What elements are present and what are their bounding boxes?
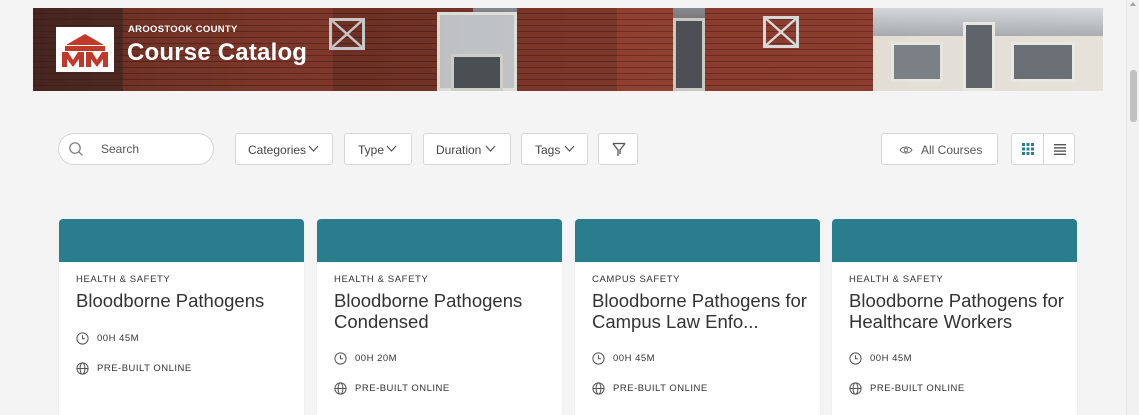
search-placeholder: Search: [101, 142, 140, 156]
all-courses-label: All Courses: [921, 143, 983, 157]
duration-text: 00H 45M: [613, 353, 656, 364]
course-category: HEALTH & SAFETY: [76, 274, 171, 285]
scrollbar-thumb[interactable]: [1130, 70, 1137, 122]
course-card[interactable]: CAMPUS SAFETY Bloodborne Pathogens for C…: [575, 219, 820, 415]
course-title[interactable]: Bloodborne Pathogens Condensed: [334, 290, 552, 332]
format-text: PRE-BUILT ONLINE: [355, 383, 450, 394]
all-courses-button[interactable]: All Courses: [881, 133, 998, 165]
clock-icon: [592, 352, 605, 365]
tags-dropdown[interactable]: Tags: [521, 133, 588, 165]
clock-icon: [849, 352, 862, 365]
duration-dropdown[interactable]: Duration: [423, 133, 511, 165]
grid-view-icon: [1022, 143, 1034, 155]
list-view-icon: [1054, 144, 1066, 155]
course-card[interactable]: HEALTH & SAFETY Bloodborne Pathogens Con…: [317, 219, 562, 415]
card-header-band: [59, 219, 304, 262]
duration-text: 00H 45M: [870, 353, 913, 364]
scroll-up-arrow-icon[interactable]: [1130, 2, 1136, 6]
type-label: Type: [358, 143, 385, 157]
card-header-band: [575, 219, 820, 262]
page-scrollbar[interactable]: [1126, 0, 1139, 415]
card-header-band: [832, 219, 1077, 262]
view-toggle: [1011, 133, 1075, 165]
tags-label: Tags: [535, 143, 561, 157]
categories-dropdown[interactable]: Categories: [235, 133, 333, 165]
list-view-button[interactable]: [1044, 134, 1075, 164]
card-header-band: [317, 219, 562, 262]
eye-icon: [899, 146, 913, 154]
org-name: AROOSTOOK COUNTY: [128, 24, 238, 35]
clock-icon: [76, 332, 89, 345]
chevron-down-icon: [485, 145, 496, 152]
course-title[interactable]: Bloodborne Pathogens for Campus Law Enfo…: [592, 290, 810, 332]
page-title: Course Catalog: [127, 39, 308, 66]
filter-button[interactable]: [598, 133, 638, 165]
search-icon: [69, 142, 83, 156]
course-title[interactable]: Bloodborne Pathogens: [76, 290, 294, 311]
funnel-icon: [612, 142, 626, 156]
course-category: HEALTH & SAFETY: [849, 274, 944, 285]
type-dropdown[interactable]: Type: [344, 133, 412, 165]
chevron-down-icon: [564, 145, 575, 152]
format-text: PRE-BUILT ONLINE: [613, 383, 708, 394]
course-category: HEALTH & SAFETY: [334, 274, 429, 285]
globe-icon: [849, 382, 862, 395]
search-input[interactable]: Search: [58, 133, 214, 165]
course-card[interactable]: HEALTH & SAFETY Bloodborne Pathogens for…: [832, 219, 1077, 415]
duration-label: Duration: [436, 143, 482, 157]
globe-icon: [334, 382, 347, 395]
course-title[interactable]: Bloodborne Pathogens for Healthcare Work…: [849, 290, 1067, 332]
course-catalog-page: AROOSTOOK COUNTY Course Catalog Search C…: [0, 0, 1139, 415]
course-category: CAMPUS SAFETY: [592, 274, 681, 285]
chevron-down-icon: [308, 145, 319, 152]
format-text: PRE-BUILT ONLINE: [97, 363, 192, 374]
grid-view-button[interactable]: [1012, 134, 1044, 164]
globe-icon: [592, 382, 605, 395]
format-text: PRE-BUILT ONLINE: [870, 383, 965, 394]
chevron-down-icon: [386, 145, 397, 152]
course-card[interactable]: HEALTH & SAFETY Bloodborne Pathogens 00H…: [59, 219, 304, 415]
clock-icon: [334, 352, 347, 365]
categories-label: Categories: [248, 143, 307, 157]
duration-text: 00H 45M: [97, 333, 140, 344]
header-banner: AROOSTOOK COUNTY Course Catalog: [33, 8, 1103, 91]
globe-icon: [76, 362, 89, 375]
mm-logo-icon: [56, 27, 114, 72]
duration-text: 00H 20M: [355, 353, 398, 364]
